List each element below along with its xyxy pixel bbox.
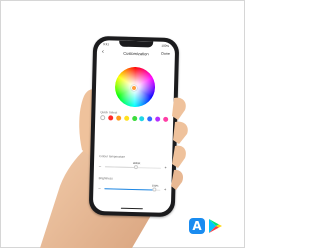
app-store-icon[interactable]: A (189, 218, 205, 234)
app-store-glyph: A (192, 219, 202, 233)
fingers-illustration (171, 97, 188, 190)
google-play-icon[interactable] (207, 218, 223, 234)
